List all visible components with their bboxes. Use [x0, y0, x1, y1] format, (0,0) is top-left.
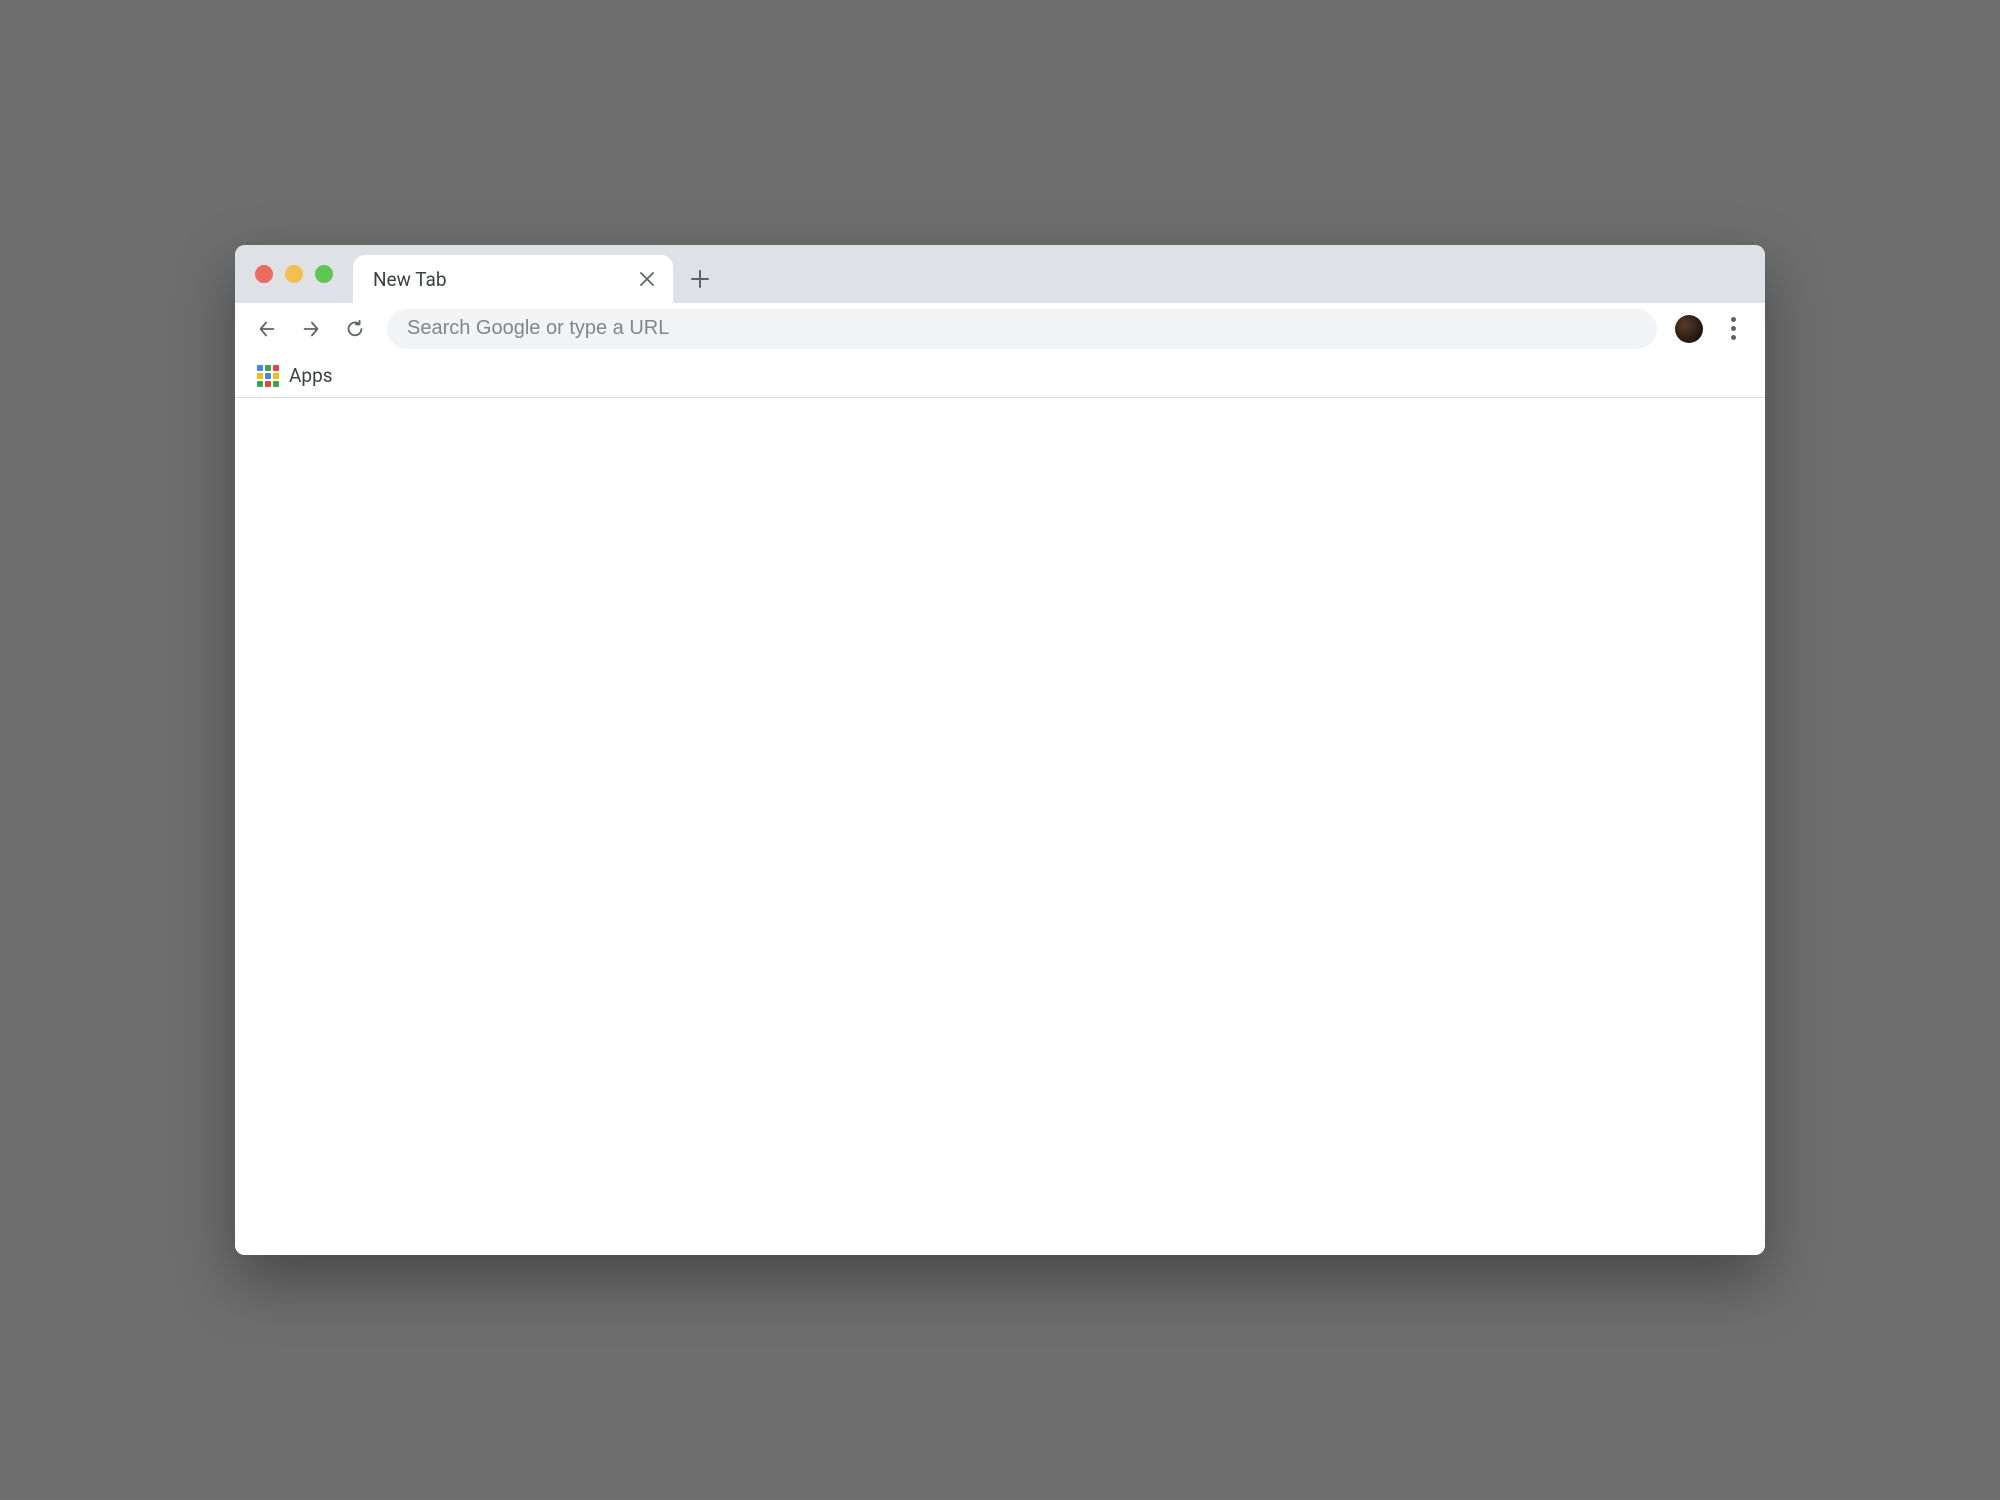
address-bar[interactable] — [387, 309, 1657, 349]
profile-avatar[interactable] — [1675, 315, 1703, 343]
arrow-right-icon — [300, 318, 322, 340]
reload-icon — [344, 318, 366, 340]
apps-label: Apps — [289, 364, 333, 387]
tab-title: New Tab — [373, 268, 635, 291]
maximize-window-button[interactable] — [315, 265, 333, 283]
plus-icon — [691, 270, 709, 288]
close-window-button[interactable] — [255, 265, 273, 283]
window-controls — [249, 245, 341, 303]
minimize-window-button[interactable] — [285, 265, 303, 283]
page-content — [235, 398, 1765, 1255]
kebab-menu-icon — [1731, 317, 1736, 340]
bookmarks-bar: Apps — [235, 354, 1765, 398]
reload-button[interactable] — [335, 309, 375, 349]
tab-strip: New Tab — [235, 245, 1765, 303]
new-tab-button[interactable] — [679, 258, 721, 300]
arrow-left-icon — [256, 318, 278, 340]
forward-button[interactable] — [291, 309, 331, 349]
close-tab-button[interactable] — [635, 267, 659, 291]
browser-tab[interactable]: New Tab — [353, 255, 673, 303]
chrome-menu-button[interactable] — [1713, 309, 1753, 349]
back-button[interactable] — [247, 309, 287, 349]
close-icon — [640, 272, 654, 286]
toolbar — [235, 303, 1765, 354]
browser-window: New Tab — [235, 245, 1765, 1255]
address-input[interactable] — [407, 317, 1637, 340]
apps-grid-icon — [257, 365, 279, 387]
apps-shortcut[interactable]: Apps — [251, 360, 339, 391]
